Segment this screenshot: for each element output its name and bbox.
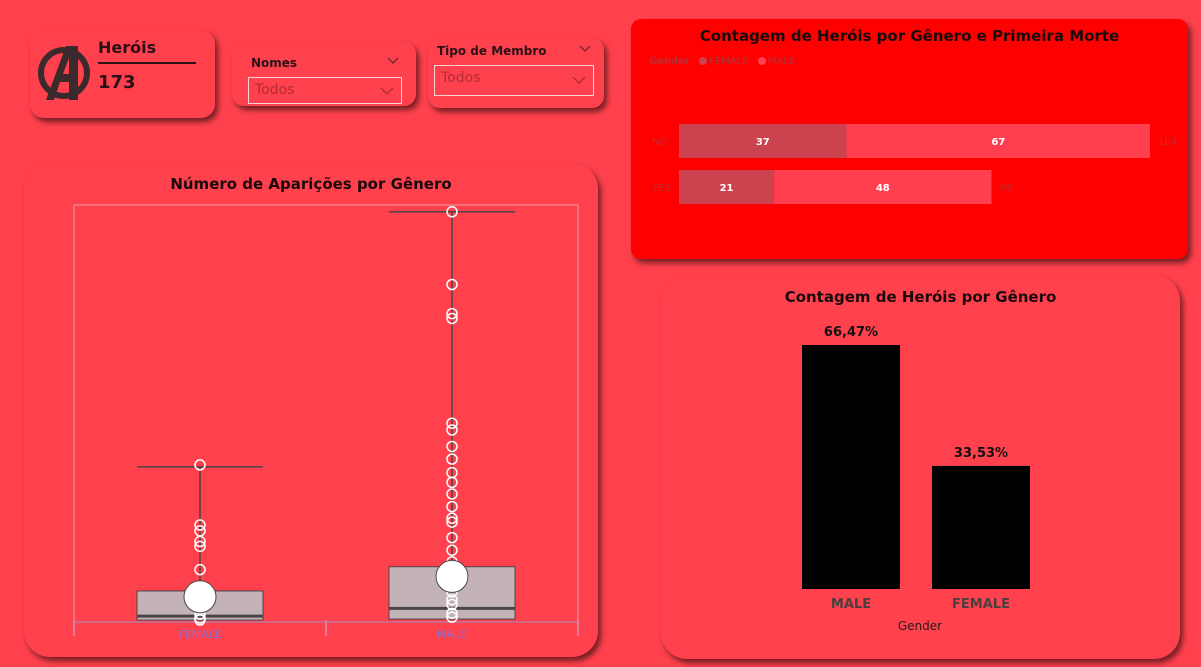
slicer-tipo-dropdown[interactable]: Todos <box>434 65 594 96</box>
chevron-down-icon[interactable] <box>386 56 400 66</box>
chevron-down-icon <box>380 87 394 96</box>
kpi-title: Heróis <box>98 38 157 57</box>
data-label: 33,53% <box>954 446 1008 461</box>
gender-bar-card: Contagem de Heróis por Gênero 66,47% MALE… <box>661 275 1180 659</box>
slicer-nomes-dropdown[interactable]: Todos <box>248 77 402 104</box>
kpi-divider <box>98 62 196 64</box>
category-label: YES <box>651 183 671 194</box>
avengers-logo-icon <box>38 46 90 100</box>
slicer-tipo-value: Todos <box>441 70 481 86</box>
gender-bar-chart: 66,47% MALE 33,53% FEMALE Gender <box>802 325 1030 633</box>
x-tick-label: FEMALE <box>178 628 221 641</box>
x-tick-label: FEMALE <box>952 597 1010 612</box>
slicer-nomes-label: Nomes <box>251 56 298 70</box>
total-label: 69 <box>999 183 1012 194</box>
data-label: 37 <box>756 137 770 148</box>
data-label: 48 <box>876 183 890 194</box>
total-label: 104 <box>1158 137 1177 148</box>
plot-frame <box>73 204 579 623</box>
x-tick-label: MALE <box>831 597 871 612</box>
chevron-down-icon[interactable] <box>578 44 592 54</box>
stacked-bar-card: Contagem de Heróis por Gênero e Primeira… <box>631 19 1188 259</box>
data-label: 21 <box>720 183 734 194</box>
heroes-kpi-card: Heróis 173 <box>30 30 215 118</box>
slicer-nomes: Nomes Todos <box>232 42 416 106</box>
data-label: 67 <box>991 137 1005 148</box>
mean-marker <box>183 580 217 614</box>
chevron-down-icon <box>572 76 586 85</box>
slicer-nomes-value: Todos <box>255 82 295 98</box>
mean-marker <box>435 559 469 593</box>
category-label: NO <box>652 137 667 148</box>
bar-female <box>932 465 1030 589</box>
x-axis-title: Gender <box>898 619 942 633</box>
boxplot-card: Número de Aparições por Gênero FEMALE MAL… <box>24 163 598 657</box>
kpi-value: 173 <box>98 72 136 93</box>
x-tick-label: MALE <box>437 628 467 641</box>
slicer-tipo-membro: Tipo de Membro Todos <box>428 38 604 108</box>
boxplot-chart: FEMALE MALE <box>73 204 579 641</box>
stacked-bar-chart: NO 37 67 104 YES 21 48 69 <box>651 124 1177 204</box>
slicer-tipo-label: Tipo de Membro <box>437 44 547 58</box>
data-label: 66,47% <box>824 325 878 340</box>
bar-male <box>802 345 900 589</box>
